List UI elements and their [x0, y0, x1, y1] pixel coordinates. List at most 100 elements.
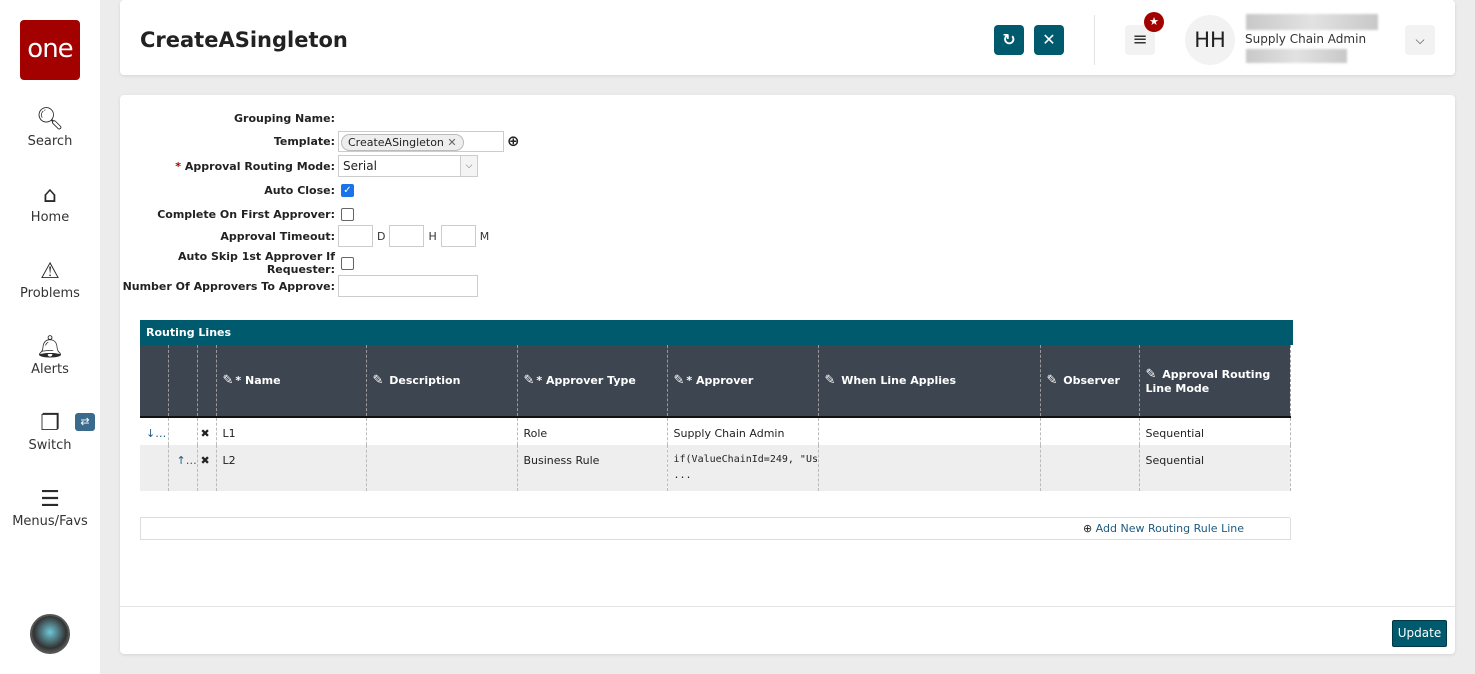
timeout-label: Approval Timeout:: [220, 229, 335, 243]
sidebar-item-menus-favs[interactable]: ☰ Menus/Favs: [0, 486, 100, 529]
num-approvers-input[interactable]: [338, 275, 478, 297]
timeout-days-input[interactable]: [338, 225, 373, 247]
zoom-search-icon[interactable]: ⊕: [507, 132, 520, 150]
assistant-avatar[interactable]: [30, 614, 70, 654]
table-row[interactable]: ↓… ✖ L1 Role Supply Chain Admin Sequenti…: [140, 417, 1291, 445]
complete-first-label: Complete On First Approver:: [157, 207, 335, 221]
template-label: Template:: [273, 134, 335, 148]
col-label: Name: [245, 374, 281, 387]
user-menu-button[interactable]: ⌵: [1405, 25, 1435, 55]
chevron-down-icon: ⌵: [1415, 33, 1425, 47]
cell-when[interactable]: [818, 417, 1041, 445]
chevron-down-icon: ⌵: [460, 156, 477, 176]
col-approver-type[interactable]: ✎ * Approver Type: [517, 345, 668, 418]
col-description[interactable]: ✎ Description: [366, 345, 518, 418]
col-when-line-applies[interactable]: ✎ When Line Applies: [818, 345, 1041, 418]
footer-divider: [120, 606, 1455, 607]
timeout-minutes-input[interactable]: [440, 225, 476, 247]
auto-close-checkbox[interactable]: ✓: [341, 183, 354, 197]
num-approvers-label: Number Of Approvers To Approve:: [122, 279, 335, 293]
arrow-up-icon[interactable]: ↑…: [177, 454, 197, 467]
edit-icon: ✎: [1046, 373, 1058, 388]
cell-approver[interactable]: if(ValueChainId=249, "Us...: [667, 445, 819, 491]
delete-icon[interactable]: ✖: [201, 454, 210, 467]
cell-mode[interactable]: Sequential: [1139, 417, 1291, 445]
days-unit: D: [377, 229, 386, 243]
sidebar: one 🔍︎ Search ⌂ Home ⚠︎ Problems 🔔︎ Alerts ❐…: [0, 0, 100, 674]
col-line-mode[interactable]: ✎ Approval Routing Line Mode: [1139, 345, 1291, 418]
grid-header-row: ✎ * Name ✎ Description ✎ * Approver Type ✎…: [140, 345, 1291, 418]
close-button[interactable]: ✕: [1034, 25, 1064, 55]
divider: [1094, 15, 1095, 65]
cell-mode[interactable]: Sequential: [1139, 445, 1291, 491]
cell-approver-type[interactable]: Business Rule: [517, 445, 668, 491]
sidebar-item-label: Alerts: [31, 362, 69, 377]
approver-expression: if(ValueChainId=249, "Us: [673, 454, 818, 465]
routing-lines-grid: Routing Lines ✎ * Name ✎ Description ✎ * A…: [140, 320, 1293, 540]
delete-icon[interactable]: ✖: [201, 427, 210, 440]
edit-icon: ✎: [824, 373, 836, 388]
routing-mode-label: * Approval Routing Mode:: [175, 159, 335, 173]
warning-icon: ⚠︎: [40, 259, 60, 284]
user-role: Supply Chain Admin: [1245, 32, 1367, 46]
grouping-name-label: Grouping Name:: [234, 111, 335, 125]
sidebar-item-alerts[interactable]: 🔔︎ Alerts: [0, 334, 100, 377]
complete-first-checkbox[interactable]: [341, 207, 354, 221]
sidebar-item-search[interactable]: 🔍︎ Search: [0, 106, 100, 149]
timeout-hours-input[interactable]: [389, 225, 425, 247]
routing-mode-select[interactable]: Serial ⌵: [338, 155, 478, 177]
col-label: Approver: [696, 374, 754, 387]
cell-observer[interactable]: [1040, 417, 1140, 445]
refresh-button[interactable]: ↻: [994, 25, 1024, 55]
user-name-redacted: [1246, 14, 1378, 30]
delete-col: [197, 345, 217, 418]
grid-title: Routing Lines: [140, 320, 1293, 345]
delete-cell[interactable]: ✖: [197, 445, 217, 491]
user-org-redacted: [1246, 49, 1347, 63]
col-approver[interactable]: ✎ * Approver: [667, 345, 819, 418]
auto-close-label: Auto Close:: [264, 183, 335, 197]
move-down-cell: [140, 445, 169, 491]
cell-name[interactable]: L1: [216, 417, 367, 445]
auto-skip-label: Auto Skip 1st Approver If Requester:: [178, 250, 335, 276]
star-icon: ★: [1144, 12, 1164, 32]
arrow-down-icon[interactable]: ↓…: [146, 427, 166, 440]
sidebar-item-label: Search: [27, 134, 73, 149]
table-row[interactable]: ↑… ✖ L2 Business Rule if(ValueChainId=24…: [140, 445, 1291, 491]
cell-description[interactable]: [366, 417, 518, 445]
cell-approver-type[interactable]: Role: [517, 417, 668, 445]
cell-name[interactable]: L2: [216, 445, 367, 491]
empty-row: [140, 491, 1290, 518]
close-icon: ✕: [1042, 30, 1056, 49]
cell-observer[interactable]: [1040, 445, 1140, 491]
move-up-col: [168, 345, 198, 418]
update-button[interactable]: Update: [1392, 620, 1447, 647]
col-observer[interactable]: ✎ Observer: [1040, 345, 1140, 418]
app-logo[interactable]: one: [20, 20, 80, 80]
refresh-icon: ↻: [1002, 30, 1016, 49]
auto-skip-checkbox[interactable]: [341, 256, 354, 270]
hours-unit: H: [428, 229, 437, 243]
col-name[interactable]: ✎ * Name: [216, 345, 367, 418]
edit-icon: ✎: [523, 373, 535, 388]
cell-description[interactable]: [366, 445, 518, 491]
page-title: CreateASingleton: [140, 28, 348, 52]
move-down-cell[interactable]: ↓…: [140, 417, 169, 445]
cell-when[interactable]: [818, 445, 1041, 491]
sidebar-item-label: Menus/Favs: [12, 514, 88, 529]
sidebar-item-home[interactable]: ⌂ Home: [0, 182, 100, 225]
delete-cell[interactable]: ✖: [197, 417, 217, 445]
add-line-label: Add New Routing Rule Line: [1095, 521, 1244, 535]
cell-approver[interactable]: Supply Chain Admin: [667, 417, 819, 445]
template-value: CreateASingleton: [348, 135, 444, 149]
switch-arrows-icon[interactable]: ⇄: [75, 413, 95, 431]
remove-chip-icon[interactable]: ✕: [447, 136, 456, 149]
add-routing-line-link[interactable]: ⊕ Add New Routing Rule Line: [1083, 522, 1244, 535]
home-icon: ⌂: [43, 183, 57, 208]
avatar[interactable]: HH: [1185, 15, 1235, 65]
edit-icon: ✎: [673, 373, 685, 388]
move-up-cell[interactable]: ↑…: [168, 445, 198, 491]
template-input[interactable]: CreateASingleton ✕: [338, 130, 504, 152]
move-up-cell: [168, 417, 198, 445]
sidebar-item-problems[interactable]: ⚠︎ Problems: [0, 258, 100, 301]
